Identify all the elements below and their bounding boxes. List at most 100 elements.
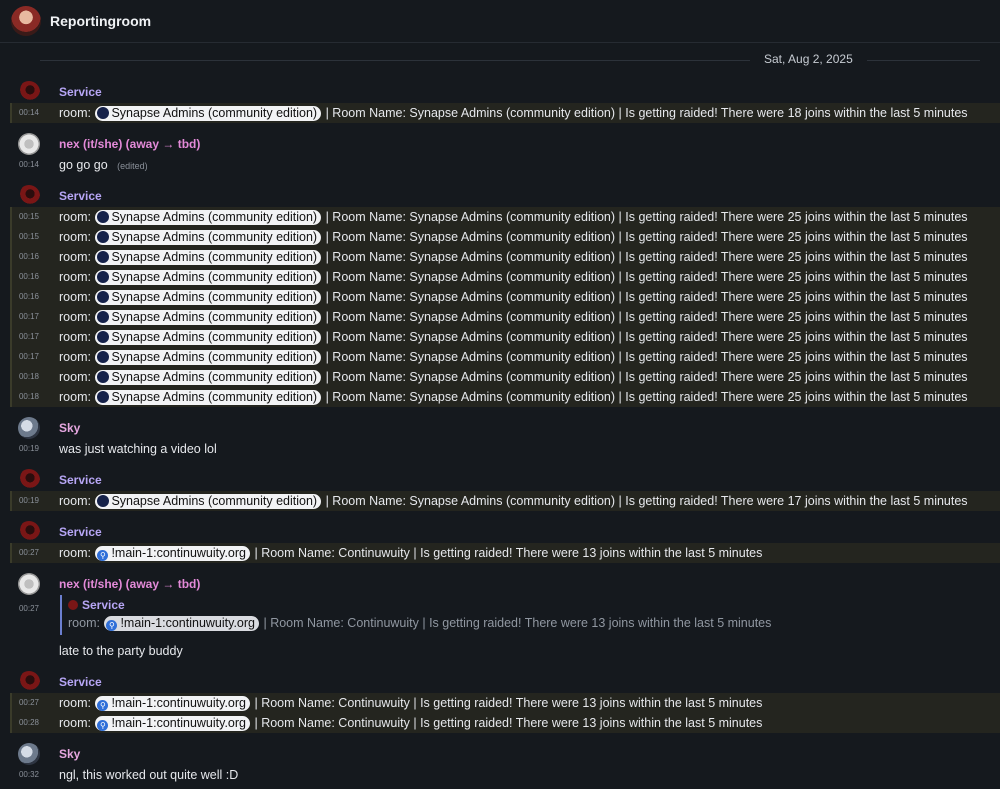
timestamp: 00:27: [18, 548, 40, 557]
message-group: Service 00:14 room: Synapse Admins (comm…: [0, 77, 1000, 123]
room-avatar-icon: [97, 495, 110, 507]
message-text: | Room Name: Synapse Admins (community e…: [325, 310, 968, 324]
room-pill[interactable]: Synapse Admins (community edition): [95, 106, 322, 121]
room-prefix: room:: [59, 370, 91, 384]
service-mini-avatar: [68, 600, 78, 610]
message-row[interactable]: 00:14 go go go (edited): [0, 155, 1000, 175]
message-row[interactable]: 00:19 room: Synapse Admins (community edi…: [10, 491, 1000, 511]
pill-label: !main-1:continuwuity.org: [111, 546, 246, 560]
message-row[interactable]: 00:18 room: Synapse Admins (community edi…: [10, 387, 1000, 407]
room-pill[interactable]: Synapse Admins (community edition): [95, 230, 322, 245]
room-pill[interactable]: Synapse Admins (community edition): [95, 250, 322, 265]
room-title[interactable]: Reportingroom: [50, 13, 151, 29]
message-row[interactable]: 00:16 room: Synapse Admins (community edi…: [10, 287, 1000, 307]
sky-avatar[interactable]: [18, 417, 40, 439]
room-pill[interactable]: ⚲ !main-1:continuwuity.org: [95, 716, 250, 731]
room-prefix: room:: [59, 230, 91, 244]
room-prefix: room:: [68, 616, 100, 630]
timestamp: 00:19: [18, 444, 40, 453]
sender-name[interactable]: Service: [0, 81, 1000, 103]
sender-name[interactable]: nex (it/she) (away → tbd): [0, 133, 1000, 155]
timestamp: 00:17: [18, 332, 40, 341]
timestamp: 00:16: [18, 252, 40, 261]
timestamp: 00:16: [18, 292, 40, 301]
room-pill[interactable]: Synapse Admins (community edition): [95, 210, 322, 225]
room-pill[interactable]: Synapse Admins (community edition): [95, 270, 322, 285]
sender-name[interactable]: Service: [0, 521, 1000, 543]
pill-label: !main-1:continuwuity.org: [111, 696, 246, 710]
room-avatar-icon: [97, 107, 110, 119]
sender-name[interactable]: Service: [0, 185, 1000, 207]
message-row[interactable]: late to the party buddy: [0, 641, 1000, 661]
room-avatar[interactable]: [11, 6, 41, 36]
pill-label: !main-1:continuwuity.org: [120, 616, 255, 630]
service-avatar[interactable]: [18, 671, 40, 693]
room-prefix: room:: [59, 546, 91, 560]
pill-label: Synapse Admins (community edition): [111, 210, 318, 224]
room-avatar-icon: [97, 231, 110, 243]
nex-avatar[interactable]: [18, 133, 40, 155]
timestamp: 00:27: [18, 698, 40, 707]
room-pill[interactable]: ⚲ !main-1:continuwuity.org: [104, 616, 259, 631]
room-prefix: room:: [59, 270, 91, 284]
room-pill[interactable]: ⚲ !main-1:continuwuity.org: [95, 546, 250, 561]
room-prefix: room:: [59, 106, 91, 120]
timestamp: 00:15: [18, 212, 40, 221]
room-header: Reportingroom: [0, 0, 1000, 43]
message-row[interactable]: 00:16 room: Synapse Admins (community edi…: [10, 267, 1000, 287]
sender-name[interactable]: nex (it/she) (away → tbd): [0, 573, 1000, 595]
room-avatar-icon: [97, 371, 110, 383]
room-avatar-icon: [97, 251, 110, 263]
service-avatar[interactable]: [18, 185, 40, 207]
message-row[interactable]: 00:32 ngl, this worked out quite well :D: [0, 765, 1000, 785]
message-row[interactable]: 00:28 room: ⚲ !main-1:continuwuity.org | R…: [10, 713, 1000, 733]
room-prefix: room:: [59, 210, 91, 224]
sender-name[interactable]: Service: [0, 671, 1000, 693]
room-pill[interactable]: Synapse Admins (community edition): [95, 494, 322, 509]
message-text: | Room Name: Synapse Admins (community e…: [325, 390, 968, 404]
sky-avatar[interactable]: [18, 743, 40, 765]
message-row[interactable]: 00:17 room: Synapse Admins (community edi…: [10, 307, 1000, 327]
sender-name[interactable]: Service: [0, 469, 1000, 491]
sender-name[interactable]: Sky: [0, 417, 1000, 439]
link-icon: ⚲: [97, 720, 109, 731]
message-row[interactable]: 00:19 was just watching a video lol: [0, 439, 1000, 459]
message-text: was just watching a video lol: [59, 442, 217, 456]
message-text: go go go: [59, 158, 108, 172]
room-prefix: room:: [59, 290, 91, 304]
message-text: | Room Name: Synapse Admins (community e…: [325, 250, 968, 264]
message-row[interactable]: 00:18 room: Synapse Admins (community edi…: [10, 367, 1000, 387]
reply-quote[interactable]: Service room: ⚲ !main-1:continuwuity.org …: [60, 595, 1000, 635]
message-row[interactable]: 00:15 room: Synapse Admins (community edi…: [10, 207, 1000, 227]
room-pill[interactable]: Synapse Admins (community edition): [95, 330, 322, 345]
room-pill[interactable]: Synapse Admins (community edition): [95, 350, 322, 365]
message-text: ngl, this worked out quite well :D: [59, 768, 239, 782]
message-row[interactable]: 00:16 room: Synapse Admins (community edi…: [10, 247, 1000, 267]
sender-name[interactable]: Sky: [0, 743, 1000, 765]
message-group: Service 00:27 room: ⚲ !main-1:continuwuity…: [0, 661, 1000, 733]
pill-label: Synapse Admins (community edition): [111, 250, 318, 264]
message-row[interactable]: 00:15 room: Synapse Admins (community edi…: [10, 227, 1000, 247]
room-pill[interactable]: Synapse Admins (community edition): [95, 310, 322, 325]
nex-avatar[interactable]: [18, 573, 40, 595]
message-row[interactable]: 00:17 room: Synapse Admins (community edi…: [10, 327, 1000, 347]
message-group: Service 00:15 room: Synapse Admins (commu…: [0, 175, 1000, 407]
message-row[interactable]: 00:27 room: ⚲ !main-1:continuwuity.org | R…: [10, 693, 1000, 713]
message-row[interactable]: 00:27 room: ⚲ !main-1:continuwuity.org | R…: [10, 543, 1000, 563]
message-row[interactable]: 00:14 room: Synapse Admins (community ed…: [10, 103, 1000, 123]
service-avatar[interactable]: [18, 469, 40, 491]
edited-label[interactable]: (edited): [117, 161, 148, 171]
room-avatar-icon: [97, 311, 110, 323]
message-text: | Room Name: Synapse Admins (community e…: [325, 330, 968, 344]
room-pill[interactable]: ⚲ !main-1:continuwuity.org: [95, 696, 250, 711]
message-text: | Room Name: Synapse Admins (community e…: [325, 210, 968, 224]
room-avatar-icon: [97, 391, 110, 403]
room-pill[interactable]: Synapse Admins (community edition): [95, 390, 322, 405]
room-pill[interactable]: Synapse Admins (community edition): [95, 290, 322, 305]
service-avatar[interactable]: [18, 521, 40, 543]
message-row[interactable]: 00:17 room: Synapse Admins (community edi…: [10, 347, 1000, 367]
pill-label: Synapse Admins (community edition): [111, 230, 318, 244]
room-pill[interactable]: Synapse Admins (community edition): [95, 370, 322, 385]
service-avatar[interactable]: [18, 81, 40, 103]
reply-text: | Room Name: Continuwuity | Is getting r…: [263, 616, 772, 630]
